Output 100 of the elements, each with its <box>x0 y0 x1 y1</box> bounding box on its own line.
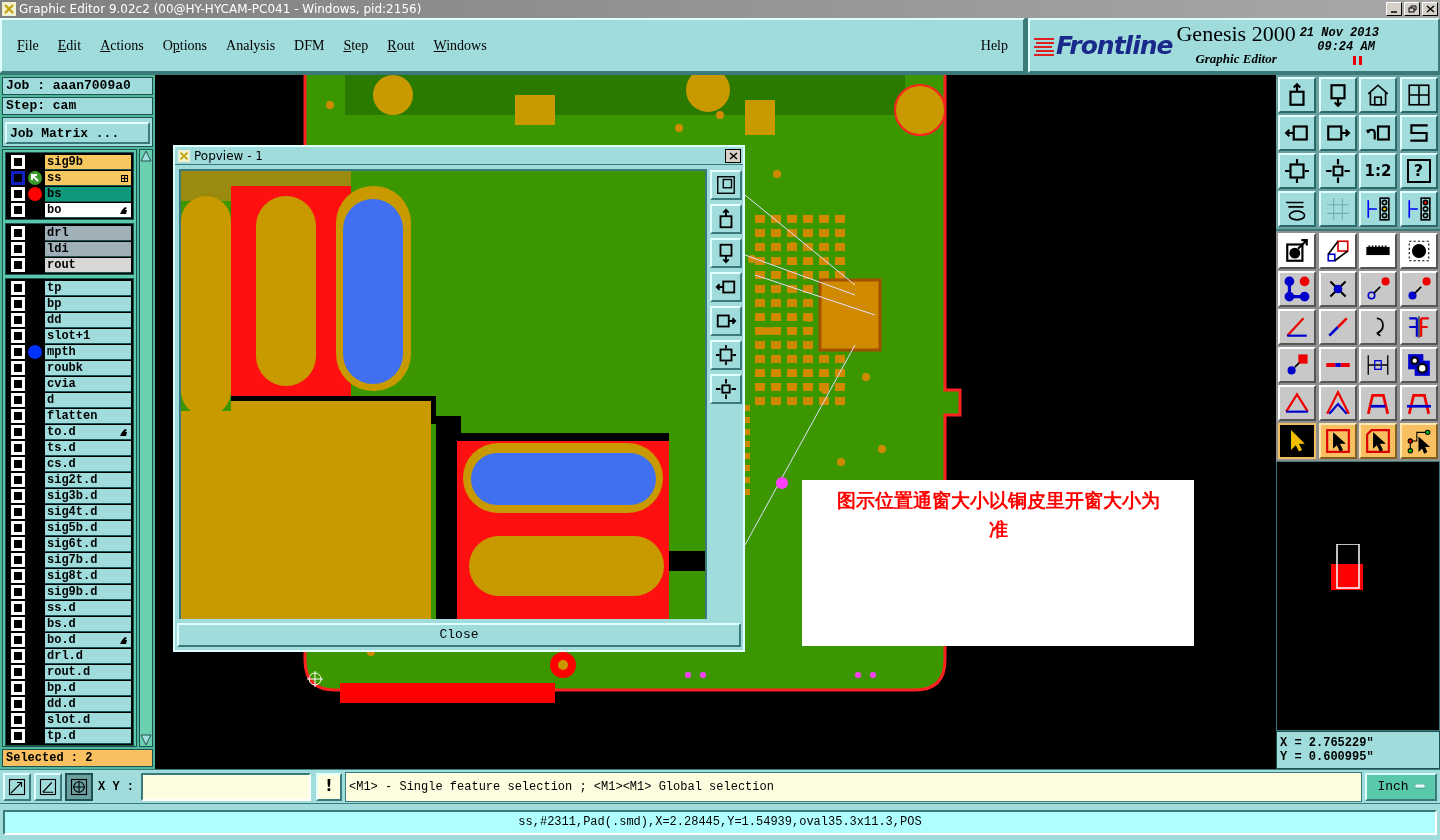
scroll-down-icon <box>140 734 152 746</box>
layer-name[interactable]: bs <box>45 186 131 202</box>
app-icon <box>177 149 191 162</box>
layer-name[interactable]: drl.d <box>45 648 131 664</box>
layer-name[interactable]: flatten <box>45 408 131 424</box>
layer-name[interactable]: bp <box>45 296 131 312</box>
menu-item[interactable]: Analysis <box>226 35 276 56</box>
layer-name[interactable]: d <box>45 392 131 408</box>
close-button[interactable]: Close <box>177 623 741 647</box>
menu-item[interactable]: Step <box>343 35 369 56</box>
circle-arrow-icon <box>1365 276 1391 302</box>
view-control-button[interactable] <box>710 170 742 200</box>
layer-name[interactable]: bs.d <box>45 616 131 632</box>
tool-button[interactable] <box>1399 191 1438 227</box>
frontline-logo: Frontline <box>1056 33 1173 58</box>
tool-button[interactable] <box>1359 191 1397 227</box>
layer-name[interactable]: ss.d <box>45 600 131 616</box>
tool-button[interactable] <box>1318 153 1357 189</box>
view-control-button[interactable] <box>710 340 742 370</box>
layer-name[interactable]: sig6t.d <box>45 536 131 552</box>
layer-name[interactable]: sig3b.d <box>45 488 131 504</box>
time-text: 09:24 AM <box>1317 40 1375 54</box>
line-segment-icon <box>1324 361 1351 369</box>
layer-name[interactable]: bp.d <box>45 680 131 696</box>
xy-input-field[interactable] <box>141 772 311 801</box>
tool-button[interactable] <box>1359 115 1397 151</box>
overview-map-drawing <box>1331 544 1363 590</box>
snap-mode-button[interactable] <box>65 772 93 801</box>
layer-name[interactable]: drl <box>45 225 131 241</box>
help-menu-item[interactable]: Help <box>980 35 1008 56</box>
close-button[interactable] <box>725 148 741 163</box>
tool-button[interactable] <box>1278 191 1316 227</box>
layer-name[interactable]: sig9b <box>45 154 131 170</box>
layer-name[interactable]: dd.d <box>45 696 131 712</box>
menu-item[interactable]: Actions <box>100 35 144 56</box>
layer-name[interactable]: slot.d <box>45 712 131 728</box>
net-pointer-icon <box>1405 428 1432 454</box>
layer-name[interactable]: sig9b.d <box>45 584 131 600</box>
expand-arrows-icon <box>715 344 737 366</box>
layer-name[interactable]: slot+1 <box>45 328 131 344</box>
layer-name[interactable]: sig5b.d <box>45 520 131 536</box>
layer-name[interactable]: bo <box>45 202 131 218</box>
layer-name[interactable]: dd <box>45 312 131 328</box>
layer-name[interactable]: to.d <box>45 424 131 440</box>
tool-button[interactable] <box>1278 153 1316 189</box>
tool-button[interactable] <box>1399 77 1438 113</box>
tool-button[interactable] <box>1278 77 1316 113</box>
minimize-button[interactable] <box>1386 2 1402 16</box>
job-label: Job : aaan7009a0 <box>2 77 153 95</box>
view-control-button[interactable] <box>710 272 742 302</box>
menu-item[interactable]: Windows <box>433 35 487 56</box>
layer-name[interactable]: sig8t.d <box>45 568 131 584</box>
layer-name[interactable]: rout.d <box>45 664 131 680</box>
layer-name[interactable]: ldi <box>45 241 131 257</box>
layer-name[interactable]: roubk <box>45 360 131 376</box>
menu-item[interactable]: Options <box>162 35 208 56</box>
layer-name[interactable]: tp.d <box>45 728 131 744</box>
view-control-button[interactable] <box>710 238 742 268</box>
layer-name[interactable]: cvia <box>45 376 131 392</box>
job-matrix-button[interactable]: Job Matrix ... <box>5 122 150 144</box>
layer-name[interactable]: tp <box>45 280 131 296</box>
tool-button[interactable] <box>1318 115 1357 151</box>
alert-button[interactable]: ! <box>316 772 342 801</box>
units-dropdown[interactable]: Inch <box>1365 772 1437 801</box>
layer-name[interactable]: rout <box>45 257 131 273</box>
graphic-canvas[interactable]: Popview - 1 Close 图示位置通窗大小以铜皮里开窗大小为准 <box>155 75 1276 769</box>
view-control-button[interactable] <box>710 204 742 234</box>
traffic-light-icon <box>1365 196 1391 222</box>
grid-square-icon <box>70 777 88 796</box>
pause-icon <box>1352 56 1363 65</box>
layer-name[interactable]: mpth <box>45 344 131 360</box>
layer-name[interactable]: sig2t.d <box>45 472 131 488</box>
feature-arrow-icon <box>1284 238 1310 264</box>
layer-name[interactable]: cs.d <box>45 456 131 472</box>
scrollbar[interactable] <box>139 149 153 747</box>
pick-mode-button[interactable] <box>1278 423 1316 459</box>
layer-name[interactable]: ss <box>45 170 131 186</box>
layer-name[interactable]: bo.d <box>45 632 131 648</box>
selected-count: Selected : 2 <box>2 749 153 767</box>
help-glyph: ? <box>1406 159 1431 183</box>
layer-checkbox[interactable] <box>11 171 25 185</box>
tool-button[interactable] <box>1359 77 1397 113</box>
tool-button[interactable] <box>1278 115 1316 151</box>
annotation-note: 图示位置通窗大小以铜皮里开窗大小为准 <box>802 480 1194 646</box>
tool-button[interactable] <box>1318 77 1357 113</box>
layer-name[interactable]: sig4t.d <box>45 504 131 520</box>
layer-name[interactable]: sig7b.d <box>45 552 131 568</box>
menu-item[interactable]: Edit <box>57 35 82 56</box>
zoom-fit-icon <box>715 174 737 196</box>
restore-button[interactable] <box>1404 2 1420 16</box>
menu-item[interactable]: DFM <box>294 35 325 56</box>
help-button[interactable]: ? <box>1399 153 1438 189</box>
layer-name[interactable]: ts.d <box>45 440 131 456</box>
menu-item[interactable]: File <box>17 35 39 56</box>
tool-button[interactable] <box>1399 115 1438 151</box>
xy-label: X Y : <box>98 778 134 796</box>
menu-item[interactable]: Rout <box>387 35 415 56</box>
view-control-button[interactable] <box>710 306 742 336</box>
view-control-button[interactable] <box>710 374 742 404</box>
zoom-ratio-button[interactable]: 1:2 <box>1359 153 1397 189</box>
